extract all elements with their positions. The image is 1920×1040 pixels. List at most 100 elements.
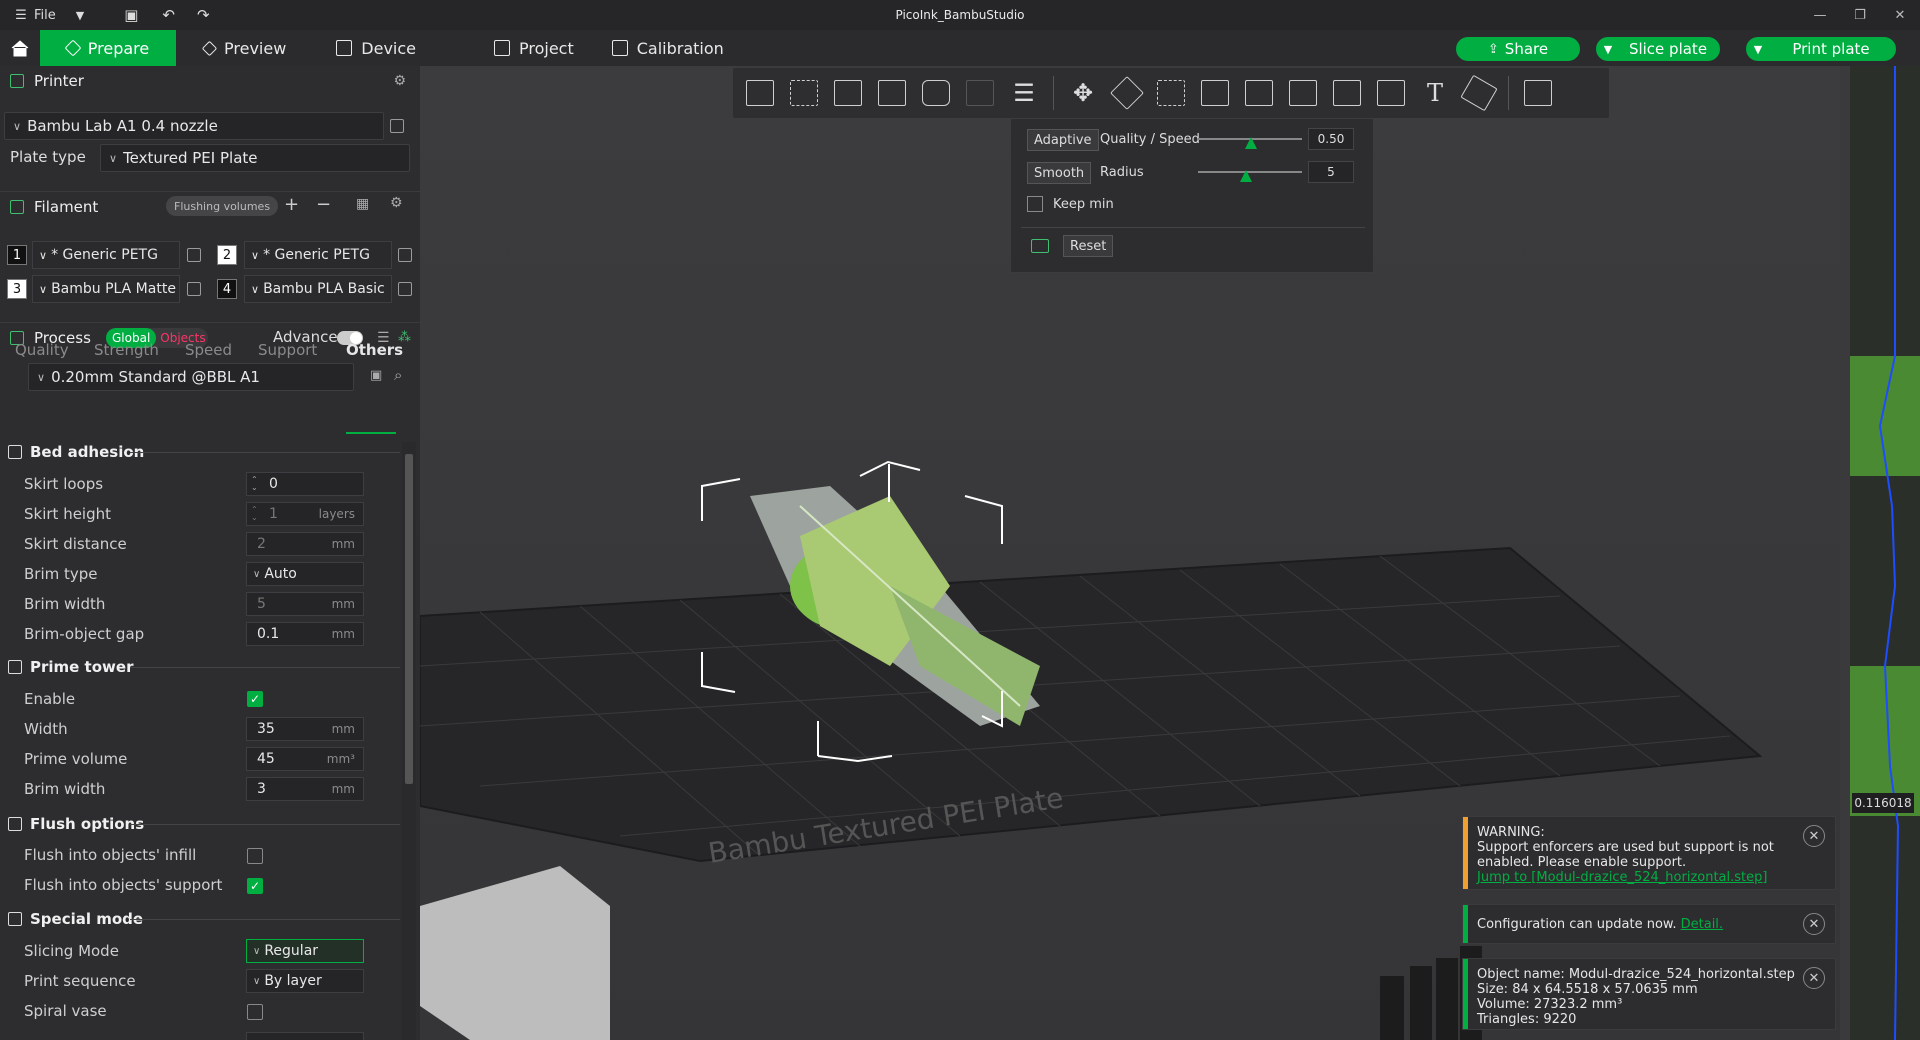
- measure-icon[interactable]: [1519, 74, 1557, 112]
- support-painting-icon[interactable]: [1328, 74, 1366, 112]
- maximize-icon[interactable]: ❐: [1840, 0, 1880, 30]
- scale-icon[interactable]: [1152, 74, 1190, 112]
- lay-on-face-icon[interactable]: [1196, 74, 1234, 112]
- partial-next-row-input[interactable]: [246, 1032, 364, 1040]
- brim-width-input[interactable]: 5 mm: [246, 592, 364, 616]
- tab-preview[interactable]: Preview: [188, 30, 302, 66]
- config-detail-link[interactable]: Detail.: [1681, 917, 1723, 932]
- filament-2-edit-icon[interactable]: [398, 248, 412, 262]
- search-icon[interactable]: ⌕: [394, 366, 402, 384]
- close-icon[interactable]: ✕: [1880, 0, 1920, 30]
- radius-slider-thumb[interactable]: [1240, 170, 1252, 182]
- reset-button[interactable]: Reset: [1063, 235, 1114, 257]
- filament-sync-icon[interactable]: ▦: [356, 196, 369, 212]
- skirt-loops-input[interactable]: ⌃ ⌄ 0: [246, 472, 364, 496]
- text-icon[interactable]: T: [1416, 74, 1454, 112]
- auto-orient-icon[interactable]: [829, 74, 867, 112]
- settings-scrollbar[interactable]: [402, 442, 416, 1040]
- save-preset-icon[interactable]: ▣: [370, 368, 382, 383]
- object-info-close-icon[interactable]: ✕: [1803, 967, 1825, 989]
- tab-device[interactable]: Device: [320, 30, 432, 66]
- add-plate-icon[interactable]: [785, 74, 823, 112]
- config-close-icon[interactable]: ✕: [1803, 913, 1825, 935]
- hamburger-menu-icon[interactable]: ☰: [14, 0, 28, 30]
- brim-gap-input[interactable]: 0.1 mm: [246, 622, 364, 646]
- filament-1-swatch[interactable]: 1: [7, 245, 27, 265]
- add-object-icon[interactable]: [741, 74, 779, 112]
- layer-slider-bar[interactable]: [1850, 66, 1920, 1040]
- filament-3-swatch[interactable]: 3: [7, 279, 27, 299]
- tab-project[interactable]: Project: [478, 30, 590, 66]
- pt-volume-input[interactable]: 45 mm³: [246, 747, 364, 771]
- boolean-icon[interactable]: [1284, 74, 1322, 112]
- tab-prepare[interactable]: Prepare: [40, 30, 176, 66]
- print-plate-button[interactable]: Print plate: [1766, 37, 1896, 61]
- cube-object[interactable]: [420, 866, 610, 1040]
- arrange-icon[interactable]: [873, 74, 911, 112]
- print-sequence-select[interactable]: ∨ By layer: [246, 969, 364, 993]
- cut-icon[interactable]: [1240, 74, 1278, 112]
- filament-3-select[interactable]: ∨ Bambu PLA Matte: [32, 275, 180, 303]
- printer-edit-icon[interactable]: [390, 119, 404, 133]
- brim-type-select[interactable]: ∨ Auto: [246, 562, 364, 586]
- spin-icon[interactable]: ⌃ ⌄: [251, 476, 258, 492]
- printer-settings-gear-icon[interactable]: ⚙: [393, 73, 406, 89]
- slice-plate-button[interactable]: Slice plate: [1616, 37, 1720, 61]
- undo-icon[interactable]: ↶: [162, 0, 175, 30]
- filament-1-edit-icon[interactable]: [187, 248, 201, 262]
- minimize-icon[interactable]: —: [1800, 0, 1840, 30]
- file-menu[interactable]: File: [34, 0, 56, 30]
- filament-4-select[interactable]: ∨ Bambu PLA Basic: [244, 275, 392, 303]
- filament-4-edit-icon[interactable]: [398, 282, 412, 296]
- spiral-vase-checkbox[interactable]: [247, 1004, 263, 1020]
- move-icon[interactable]: ✥: [1064, 74, 1102, 112]
- subtab-speed[interactable]: Speed: [185, 341, 232, 359]
- pt-enable-checkbox[interactable]: ✓: [247, 691, 263, 707]
- tab-calibration[interactable]: Calibration: [596, 30, 740, 66]
- smooth-button[interactable]: Smooth: [1027, 162, 1092, 184]
- color-painting-icon[interactable]: [1460, 74, 1498, 112]
- quality-speed-slider-thumb[interactable]: [1245, 137, 1257, 149]
- radius-value[interactable]: 5: [1308, 161, 1354, 183]
- subtab-strength[interactable]: Strength: [94, 341, 159, 359]
- home-icon[interactable]: [0, 30, 40, 66]
- filament-4-swatch[interactable]: 4: [217, 279, 237, 299]
- chevron-down-icon[interactable]: ▼: [76, 0, 84, 30]
- pt-brim-input[interactable]: 3 mm: [246, 777, 364, 801]
- seam-painting-icon[interactable]: [1372, 74, 1410, 112]
- process-preset-select[interactable]: ∨ 0.20mm Standard @BBL A1: [28, 363, 354, 391]
- filament-2-select[interactable]: ∨ * Generic PETG: [244, 241, 392, 269]
- skirt-height-input[interactable]: ⌃ ⌄ 1 layers: [246, 502, 364, 526]
- skirt-distance-input[interactable]: 2 mm: [246, 532, 364, 556]
- spin-icon[interactable]: ⌃ ⌄: [251, 506, 258, 522]
- quality-speed-value[interactable]: 0.50: [1308, 128, 1354, 150]
- adaptive-button[interactable]: Adaptive: [1027, 129, 1099, 151]
- subtab-quality[interactable]: Quality: [15, 341, 69, 359]
- save-icon[interactable]: ▣: [124, 0, 138, 30]
- remove-filament-icon[interactable]: −: [316, 194, 331, 215]
- pt-width-input[interactable]: 35 mm: [246, 717, 364, 741]
- filament-3-edit-icon[interactable]: [187, 282, 201, 296]
- warning-link[interactable]: Jump to [Modul-drazice_524_horizontal.st…: [1477, 870, 1767, 885]
- flushing-volumes-button[interactable]: Flushing volumes: [166, 196, 279, 216]
- filament-2-swatch[interactable]: 2: [217, 245, 237, 265]
- subtab-support[interactable]: Support: [258, 341, 317, 359]
- split-parts-icon[interactable]: [961, 74, 999, 112]
- filament-settings-gear-icon[interactable]: ⚙: [390, 195, 403, 211]
- plate-type-select[interactable]: ∨ Textured PEI Plate: [100, 144, 410, 172]
- subtab-others[interactable]: Others: [346, 341, 403, 359]
- warning-close-icon[interactable]: ✕: [1803, 825, 1825, 847]
- rotate-icon[interactable]: [1108, 74, 1146, 112]
- flush-support-checkbox[interactable]: ✓: [247, 878, 263, 894]
- slicing-mode-select[interactable]: ∨ Regular: [246, 939, 364, 963]
- filament-1-select[interactable]: ∨ * Generic PETG: [32, 241, 180, 269]
- redo-icon[interactable]: ↷: [197, 0, 210, 30]
- flush-infill-checkbox[interactable]: [247, 848, 263, 864]
- keep-min-checkbox[interactable]: [1027, 196, 1043, 212]
- variable-layer-height-icon[interactable]: ☰: [1005, 74, 1043, 112]
- keyboard-shortcut-icon[interactable]: [1031, 239, 1049, 253]
- printer-select[interactable]: ∨ Bambu Lab A1 0.4 nozzle: [4, 112, 384, 140]
- split-objects-icon[interactable]: [917, 74, 955, 112]
- scrollbar-thumb[interactable]: [405, 454, 413, 784]
- add-filament-icon[interactable]: +: [284, 194, 299, 215]
